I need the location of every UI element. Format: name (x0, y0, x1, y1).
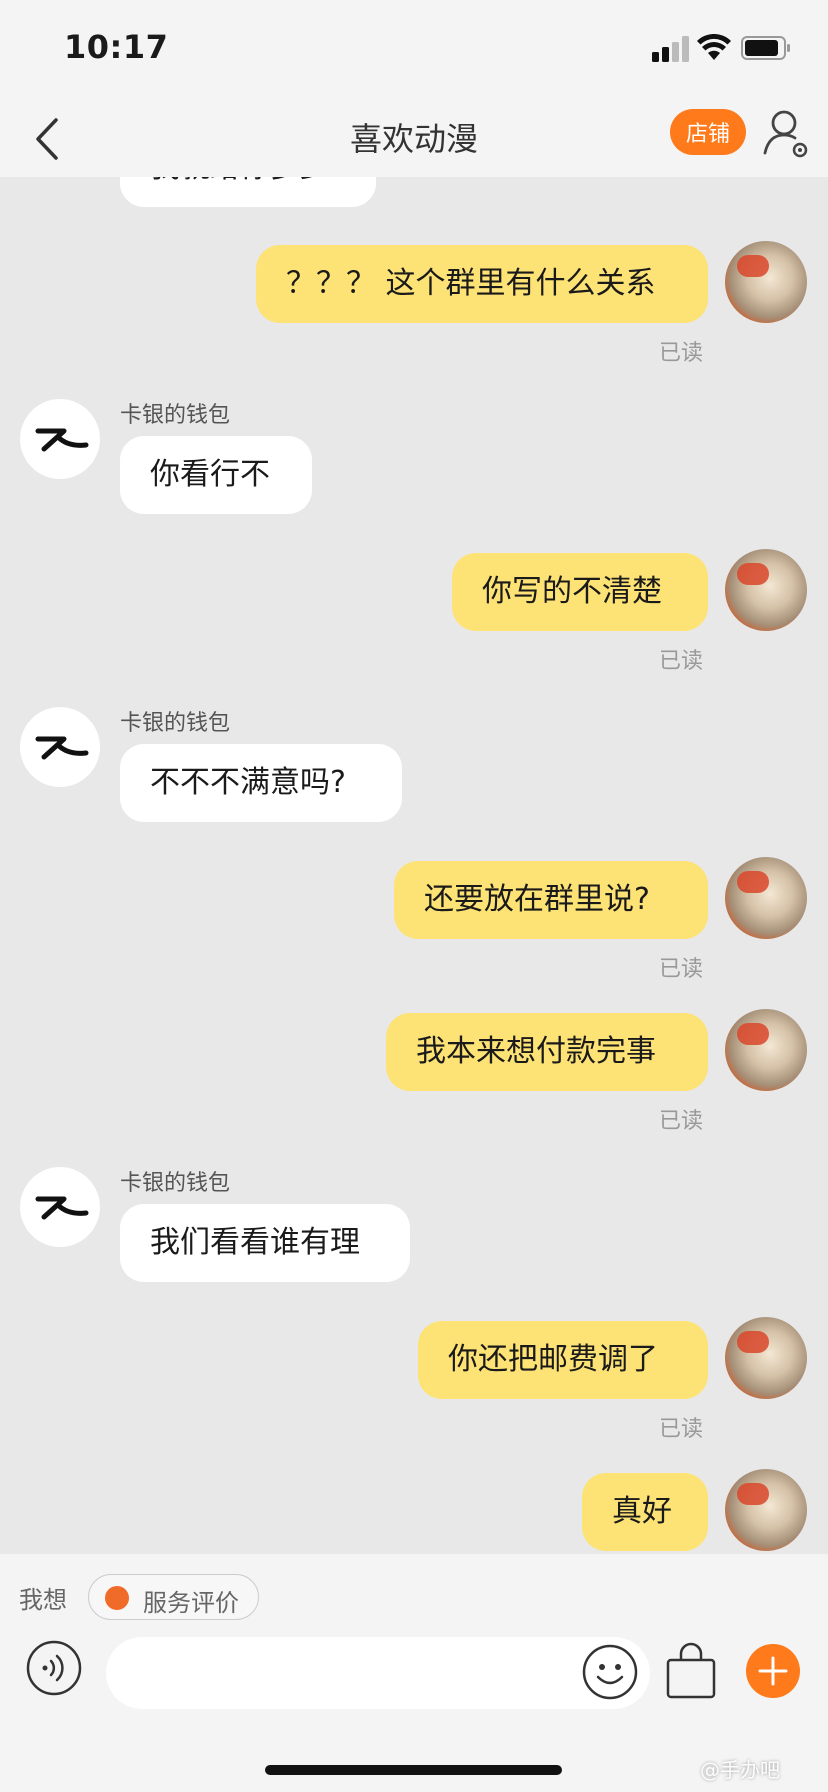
outgoing-message-bubble: 你写的不清楚 (452, 553, 708, 631)
contact-avatar-glyph-icon (35, 428, 89, 452)
outgoing-message-bubble: 你还把邮费调了 (418, 1321, 708, 1399)
read-status: 已读 (659, 957, 704, 982)
sender-name: 卡银的钱包 (120, 1171, 231, 1196)
wifi-icon (697, 34, 731, 60)
read-status: 已读 (659, 649, 704, 674)
read-status: 已读 (659, 341, 704, 366)
incoming-message-bubble: 不不不满意吗? (120, 744, 402, 822)
my-avatar[interactable] (725, 857, 807, 939)
contact-avatar[interactable] (20, 399, 100, 479)
chat-area[interactable]: 我就给你多少 ？？？ 这个群里有什么关系 已读 卡银的钱包 你看行不 你写的不清… (0, 177, 828, 1554)
service-review-label: 服务评价 (143, 1589, 239, 1617)
voice-icon[interactable] (26, 1640, 82, 1696)
outgoing-message-bubble: 还要放在群里说? (394, 861, 708, 939)
my-avatar[interactable] (725, 1469, 807, 1551)
battery-icon (741, 36, 790, 60)
my-avatar[interactable] (725, 549, 807, 631)
nav-bar: 喜欢动漫 店铺 (0, 100, 828, 177)
my-avatar[interactable] (725, 1317, 807, 1399)
outgoing-message-bubble: 我本来想付款完事 (386, 1013, 708, 1091)
shop-button[interactable]: 店铺 (670, 109, 746, 155)
plus-icon (758, 1656, 788, 1686)
emoji-icon[interactable] (582, 1644, 638, 1700)
message-input[interactable] (106, 1637, 650, 1709)
shopping-bag-icon[interactable] (665, 1642, 717, 1700)
contact-avatar-glyph-icon (35, 736, 89, 760)
my-avatar[interactable] (725, 241, 807, 323)
read-status: 已读 (659, 1109, 704, 1134)
contact-avatar[interactable] (20, 707, 100, 787)
sender-name: 卡银的钱包 (120, 403, 231, 428)
outgoing-message-bubble: ？？？ 这个群里有什么关系 (256, 245, 708, 323)
status-bar: 10:17 (0, 0, 828, 100)
contact-avatar-glyph-icon (35, 1196, 89, 1220)
quick-reply-label: 我想 (19, 1586, 67, 1614)
signal-icon (652, 36, 689, 62)
status-time: 10:17 (64, 28, 169, 66)
service-review-icon (105, 1586, 129, 1610)
sender-name: 卡银的钱包 (120, 711, 231, 736)
watermark: @手办吧 (700, 1758, 780, 1782)
plus-button[interactable] (746, 1644, 800, 1698)
my-avatar[interactable] (725, 1009, 807, 1091)
user-settings-icon[interactable] (762, 107, 812, 161)
service-review-chip[interactable]: 服务评价 (88, 1574, 259, 1620)
home-indicator[interactable] (265, 1765, 562, 1775)
incoming-message-bubble: 我们看看谁有理 (120, 1204, 410, 1282)
incoming-message-bubble: 你看行不 (120, 436, 312, 514)
outgoing-message-bubble: 真好 (582, 1473, 708, 1551)
incoming-message-bubble: 我就给你多少 (120, 177, 376, 207)
bottom-panel: 我想 服务评价 @手办吧 (0, 1554, 828, 1792)
read-status: 已读 (659, 1417, 704, 1442)
contact-avatar[interactable] (20, 1167, 100, 1247)
